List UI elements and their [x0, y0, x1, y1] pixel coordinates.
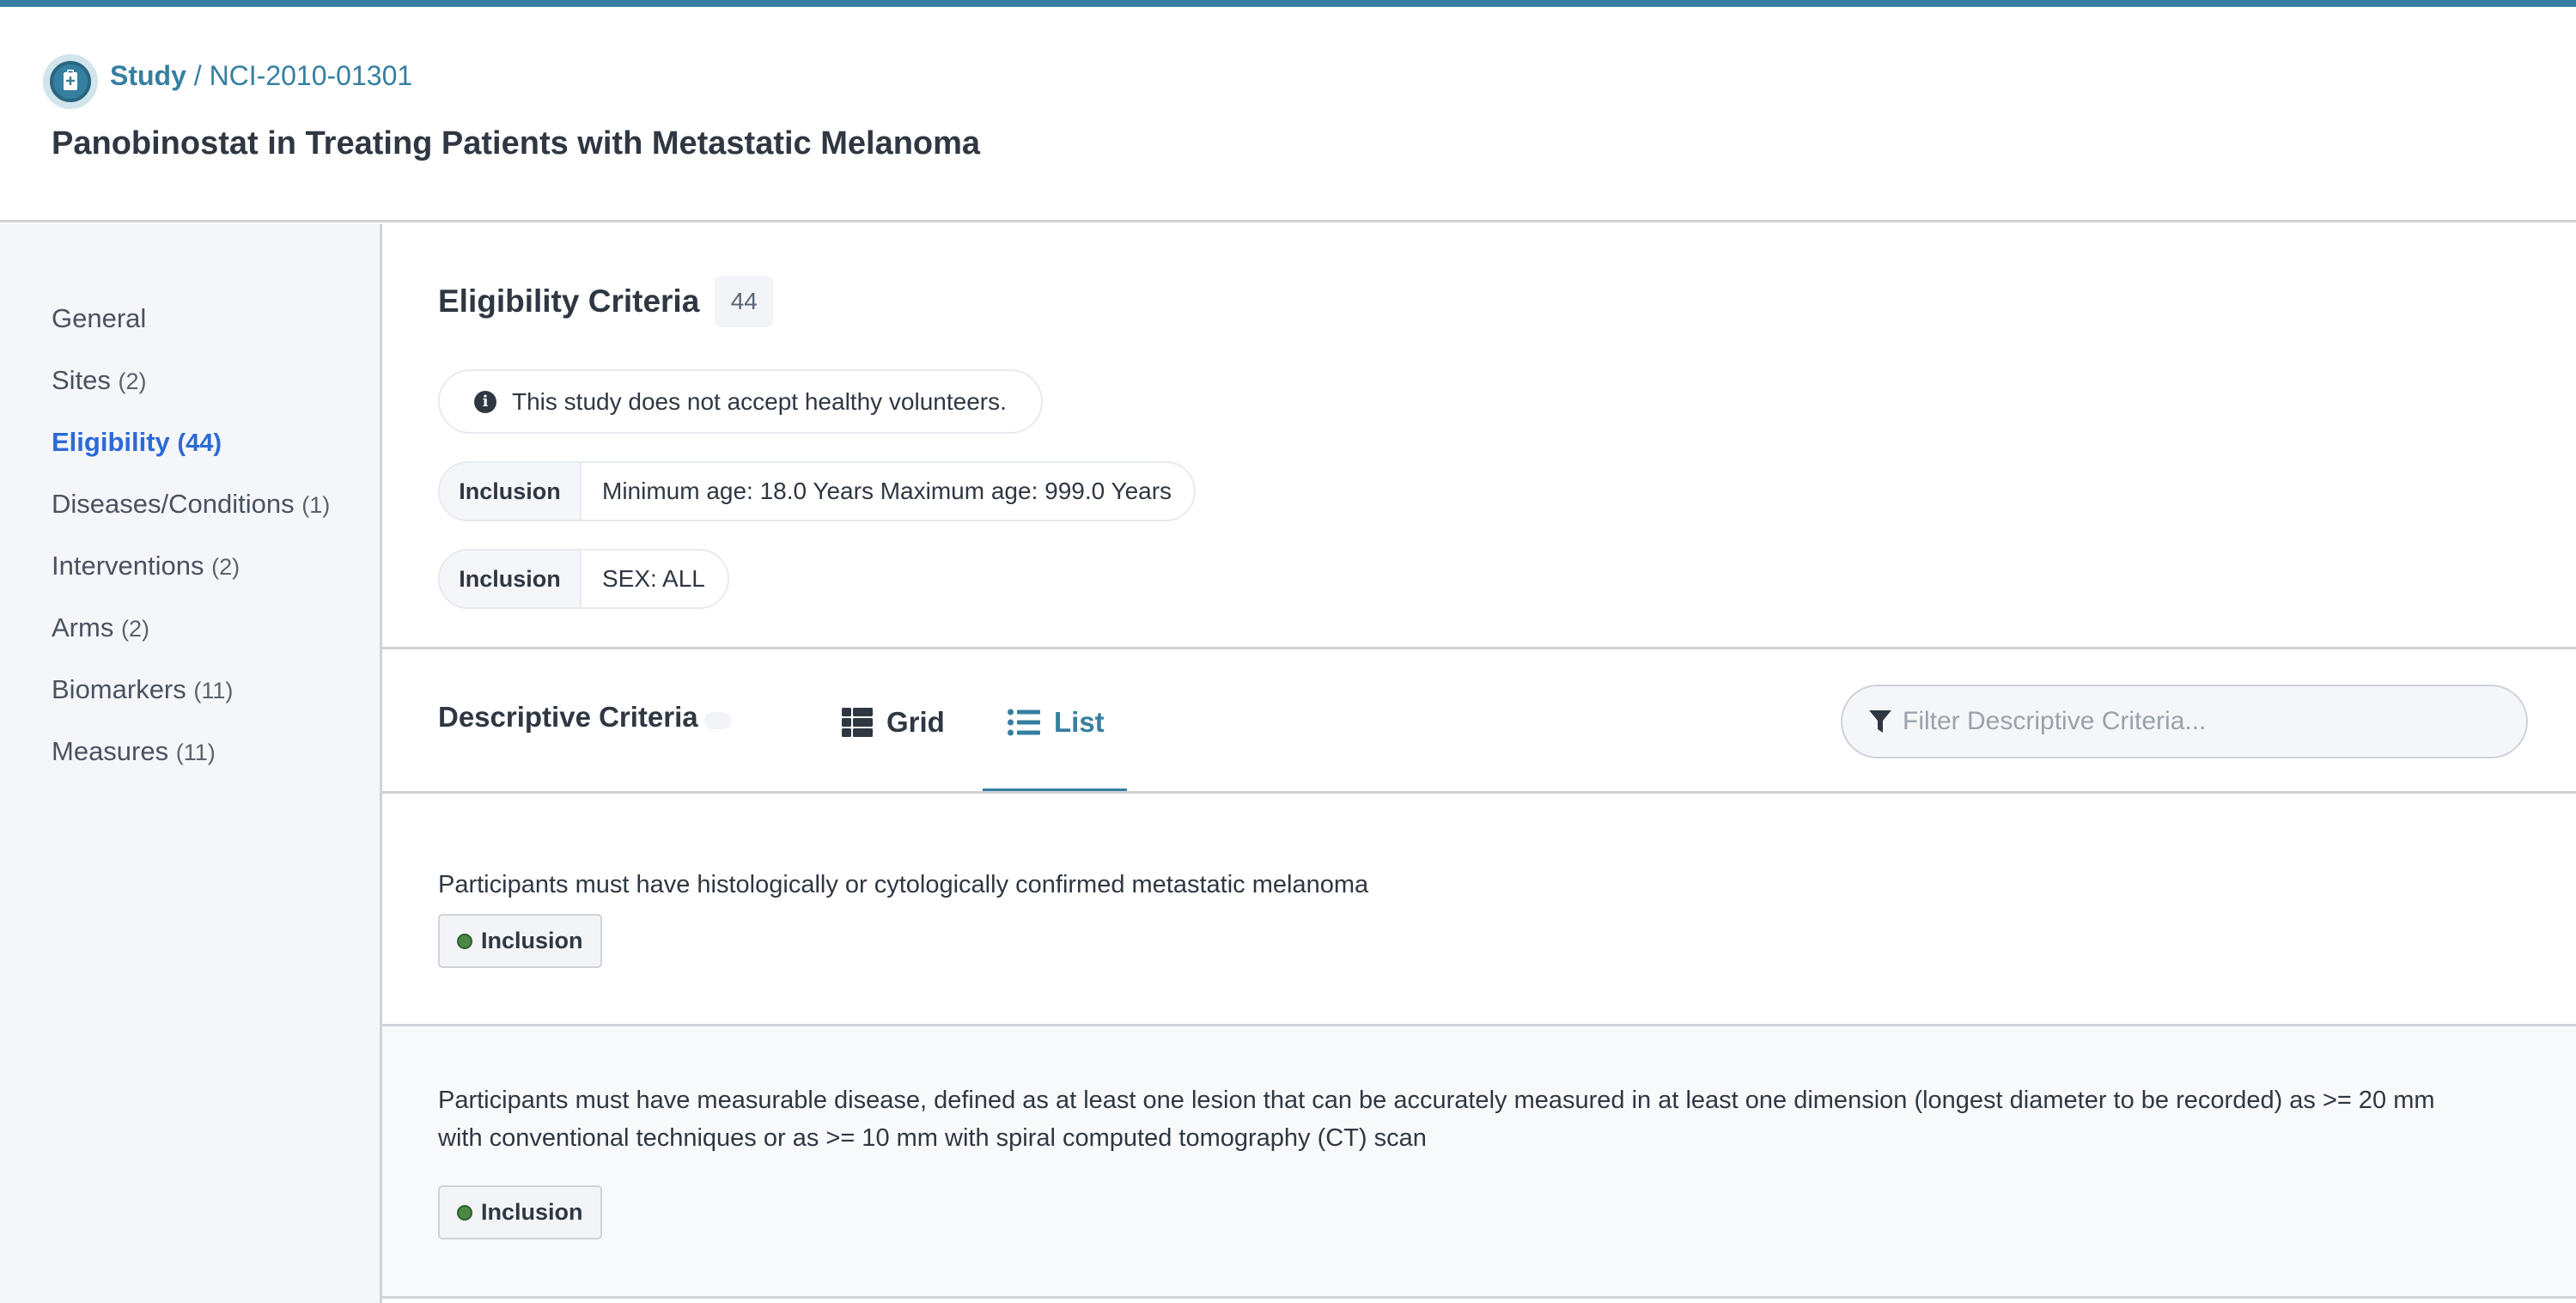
sidebar-item-count: (11): [193, 678, 234, 703]
tab-list[interactable]: List: [1008, 688, 1105, 757]
structured-criterion-sex: Inclusion SEX: ALL: [438, 549, 729, 609]
list-icon: [1008, 709, 1040, 736]
breadcrumb-study-id: NCI-2010-01301: [209, 60, 413, 91]
sidebar-item-count: (1): [301, 492, 331, 518]
tab-grid[interactable]: Grid: [842, 688, 945, 757]
criterion-text: Participants must have measurable diseas…: [438, 1087, 2435, 1152]
sidebar-item-label: Interventions: [52, 551, 204, 581]
inclusion-status-dot: [457, 933, 472, 949]
sidebar-item-general[interactable]: General: [52, 303, 146, 334]
criterion-value: SEX: ALL: [602, 565, 705, 592]
breadcrumb: Study / NCI-2010-01301: [110, 60, 412, 92]
sidebar-item-eligibility[interactable]: Eligibility (44): [52, 427, 222, 458]
main-content: Eligibility Criteria 44 i This study doe…: [382, 224, 2576, 1303]
filter-criteria-input[interactable]: [1903, 707, 2504, 736]
criterion-row: Participants must have measurable diseas…: [382, 1026, 2576, 1299]
grid-icon: [842, 708, 873, 737]
sidebar-item-measures[interactable]: Measures (11): [52, 736, 216, 767]
sidebar-nav: General Sites (2) Eligibility (44) Disea…: [0, 224, 382, 1303]
section-title: Eligibility Criteria: [438, 283, 700, 319]
breadcrumb-study-link[interactable]: Study: [110, 60, 186, 91]
sidebar-item-label: Biomarkers: [52, 674, 186, 704]
inclusion-status-dot: [457, 1204, 472, 1221]
tab-label: List: [1054, 706, 1105, 738]
criterion-value: Minimum age: 18.0 Years Maximum age: 999…: [602, 478, 1172, 504]
sidebar-item-label: Measures: [52, 736, 169, 766]
criterion-type-badge: Inclusion: [438, 914, 602, 968]
filter-icon: [1869, 710, 1891, 733]
structured-criterion-age: Inclusion Minimum age: 18.0 Years Maximu…: [438, 461, 1197, 521]
sidebar-item-diseases-conditions[interactable]: Diseases/Conditions (1): [52, 489, 330, 520]
sidebar-item-label: General: [52, 303, 147, 333]
criterion-type-label: Inclusion: [481, 928, 583, 953]
clipboard-medical-icon: [43, 54, 98, 109]
eligibility-header: Eligibility Criteria 44: [438, 276, 774, 327]
sidebar-item-count: (2): [120, 616, 149, 642]
sidebar-item-count: (2): [118, 368, 147, 394]
page-title: Panobinostat in Treating Patients with M…: [52, 125, 981, 161]
sidebar-item-biomarkers[interactable]: Biomarkers (11): [52, 674, 233, 705]
sidebar-item-label: Eligibility: [52, 427, 170, 457]
criterion-row: Participants must have histologically or…: [382, 794, 2576, 1026]
filter-criteria-field[interactable]: [1841, 685, 2528, 758]
sidebar-item-label: Sites: [52, 365, 111, 395]
sidebar-item-sites[interactable]: Sites (2): [52, 365, 147, 396]
healthy-volunteers-notice: i This study does not accept healthy vol…: [438, 369, 1043, 434]
criterion-type-label: Inclusion: [440, 463, 582, 520]
criterion-type-label: Inclusion: [481, 1199, 583, 1225]
top-accent-bar: [0, 0, 2576, 7]
info-circle-icon: i: [474, 390, 496, 413]
sidebar-item-count: (2): [211, 554, 241, 580]
breadcrumb-separator: /: [186, 60, 210, 91]
page-header: Study / NCI-2010-01301 Panobinostat in T…: [0, 7, 2576, 222]
sidebar-item-arms[interactable]: Arms (2): [52, 612, 149, 643]
sidebar-item-label: Arms: [52, 612, 114, 642]
sidebar-item-count: (11): [175, 740, 216, 765]
eligibility-count-badge: 44: [715, 276, 774, 327]
sidebar-item-count: (44): [177, 429, 222, 457]
descriptive-count-badge: [704, 712, 732, 729]
sidebar-item-interventions[interactable]: Interventions (2): [52, 551, 240, 581]
criterion-text: Participants must have histologically or…: [438, 871, 1369, 898]
criterion-type-badge: Inclusion: [438, 1185, 602, 1239]
sidebar-item-label: Diseases/Conditions: [52, 489, 295, 519]
notice-text: This study does not accept healthy volun…: [512, 387, 1007, 415]
section-divider: [382, 647, 2576, 649]
tab-label: Grid: [886, 706, 945, 738]
criterion-type-label: Inclusion: [440, 551, 582, 607]
descriptive-criteria-title: Descriptive Criteria: [438, 701, 698, 733]
